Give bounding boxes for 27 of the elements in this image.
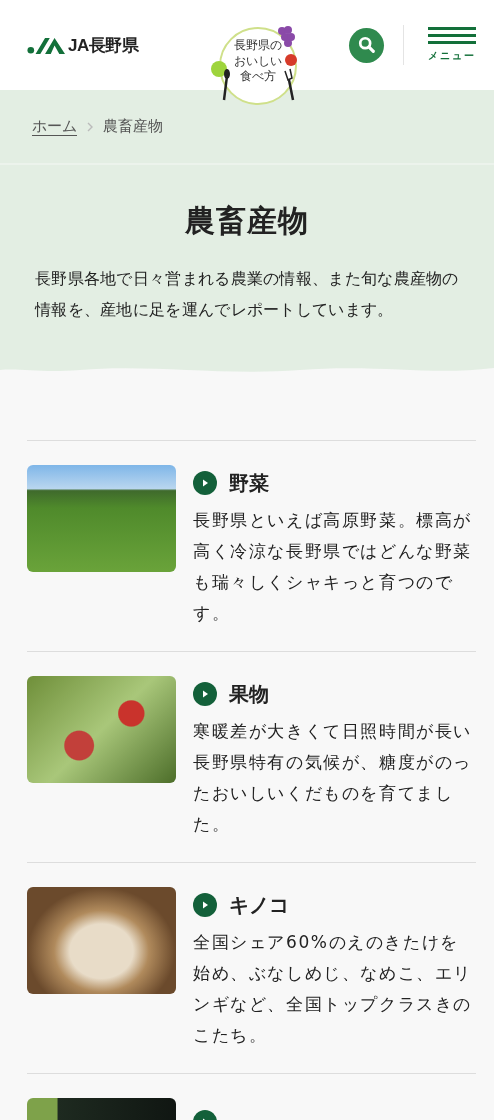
home-link[interactable]: ホーム <box>32 117 77 136</box>
chevron-icon <box>87 121 93 132</box>
photo-placeholder[interactable] <box>27 887 176 994</box>
category-description: 全国シェア60%のえのきたけを始め、ぶなしめじ、なめこ、エリンギなど、全国トップクラスきのこたち。 <box>193 931 473 1047</box>
menu-button[interactable]: メニュー <box>428 27 476 63</box>
play-circle-icon <box>193 471 217 495</box>
emblem-text: 食べ方 <box>240 69 276 85</box>
ja-mark-icon <box>27 35 65 55</box>
page-title: 農畜産物 <box>184 202 310 240</box>
current-page-label: 農畜産物 <box>103 117 163 136</box>
emblem-text: おいしい <box>234 53 282 70</box>
ja-logo[interactable]: JA長野県 <box>27 33 139 57</box>
menu-icon <box>428 27 476 45</box>
category-title[interactable]: キノコ <box>229 891 289 919</box>
page-description: 長野県各地で日々営まれる農業の情報、また旬な農産物の情報を、産地に足を運んでレポートしています。 <box>35 269 460 321</box>
logo-text: JA長野県 <box>68 34 139 57</box>
search-icon <box>357 36 376 54</box>
search-button[interactable] <box>349 27 384 63</box>
photo-placeholder[interactable] <box>27 465 176 572</box>
category-description: 長野県といえば高原野菜。標高が高く冷涼な長野県ではどんな野菜も瑞々しくシャキっと育つのです。 <box>193 509 473 625</box>
play-circle-icon <box>193 893 217 917</box>
play-circle-icon <box>193 682 217 706</box>
category-description: 寒暖差が大きくて日照時間が長い長野県特有の気候が、糖度がのったおいしいくだものを育てました。 <box>193 720 473 836</box>
category-title[interactable]: 野菜 <box>229 469 269 497</box>
photo-placeholder[interactable] <box>27 676 176 783</box>
emblem-text: 長野県の <box>234 38 282 54</box>
category-title[interactable]: 果物 <box>229 680 269 708</box>
